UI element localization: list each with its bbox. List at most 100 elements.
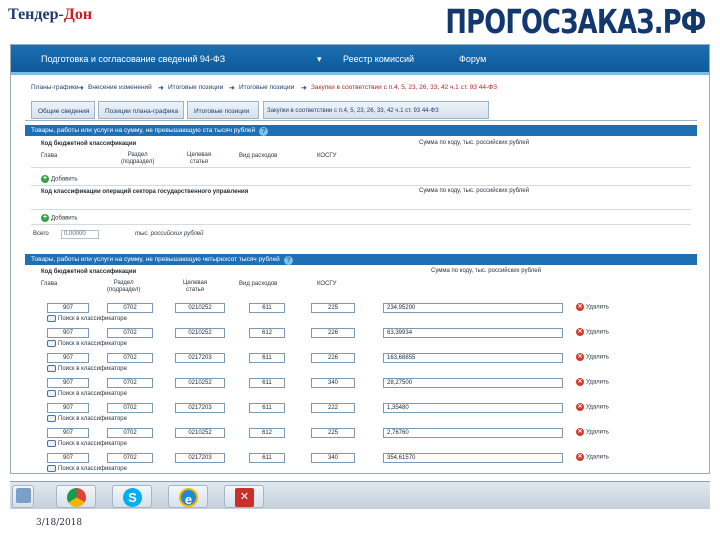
tab-itogovye-pozitsii[interactable]: Итоговые позиции	[187, 101, 259, 119]
row-field-cel[interactable]: 0210252	[175, 428, 225, 438]
row-field-kosgu[interactable]: 226	[311, 353, 355, 363]
row-field-cel[interactable]: 0217203	[175, 453, 225, 463]
col-vid: Вид расходов	[239, 153, 278, 159]
delete-row-button[interactable]: ✕ Удалить	[576, 353, 609, 361]
row-field-vid[interactable]: 611	[249, 378, 285, 388]
delete-label: Удалить	[586, 304, 609, 311]
classifier-search-link[interactable]: Поиск в классификаторе	[47, 315, 127, 322]
classifier-search-link[interactable]: Поиск в классификаторе	[47, 465, 127, 472]
row-field-vid[interactable]: 611	[249, 453, 285, 463]
row-field-sum[interactable]: 63,39934	[383, 328, 563, 338]
row-field-sum[interactable]: 163,68855	[383, 353, 563, 363]
row-field-kosgu[interactable]: 225	[311, 303, 355, 313]
classifier-search-link[interactable]: Поиск в классификаторе	[47, 365, 127, 372]
row-field-razdel[interactable]: 0702	[107, 353, 153, 363]
breadcrumb-item[interactable]: Планы-графики	[31, 84, 79, 91]
help-icon[interactable]: ?	[283, 256, 293, 265]
col-glava-2: Глава	[41, 281, 58, 287]
tab-obshchie-svedeniya[interactable]: Общие сведения	[31, 101, 95, 119]
row-field-sum[interactable]: 1,35480	[383, 403, 563, 413]
col-sum2: Сумма по коду, тыс. российских рублей	[418, 188, 529, 194]
ie-icon: e	[179, 488, 198, 507]
classifier-search-link[interactable]: Поиск в классификаторе	[47, 390, 127, 397]
row-field-cel[interactable]: 0217203	[175, 403, 225, 413]
row-field-glava[interactable]: 907	[47, 403, 89, 413]
delete-icon: ✕	[576, 378, 584, 386]
row-field-sum[interactable]: 28,27500	[383, 378, 563, 388]
delete-row-button[interactable]: ✕ Удалить	[576, 303, 609, 311]
classifier-search-link[interactable]: Поиск в классификаторе	[47, 440, 127, 447]
section1-header: Товары, работы или услуги на сумму, не п…	[25, 125, 697, 136]
start-button[interactable]	[12, 485, 34, 508]
row-field-kosgu[interactable]: 225	[311, 428, 355, 438]
row-field-razdel[interactable]: 0702	[107, 428, 153, 438]
nav-forum[interactable]: Форум	[459, 54, 486, 64]
row-field-cel[interactable]: 0210252	[175, 378, 225, 388]
row-field-cel[interactable]: 0210252	[175, 328, 225, 338]
add-kbk-button[interactable]: + Добавить	[41, 175, 78, 183]
breadcrumb-item[interactable]: Внесение изменений	[88, 84, 152, 91]
total-unit: тыс. российских рублей	[135, 231, 204, 237]
delete-label: Удалить	[586, 404, 609, 411]
row-field-glava[interactable]: 907	[47, 378, 89, 388]
section2-title: Товары, работы или услуги на сумму, не п…	[31, 256, 280, 263]
search-icon	[47, 365, 56, 372]
nav-reestr-komissiy[interactable]: Реестр комиссий	[343, 54, 414, 64]
delete-label: Удалить	[586, 329, 609, 336]
tab-underline	[25, 120, 697, 121]
delete-label: Удалить	[586, 454, 609, 461]
table-row: 907 0702 0210252 611 225 234,95200 Поиск в кла…	[11, 301, 709, 326]
pdf-button[interactable]: ✕	[224, 485, 264, 508]
row-field-razdel[interactable]: 0702	[107, 403, 153, 413]
skype-button[interactable]: S	[112, 485, 152, 508]
row-field-kosgu[interactable]: 340	[311, 453, 355, 463]
row-field-razdel[interactable]: 0702	[107, 328, 153, 338]
breadcrumb-item[interactable]: Итоговые позиции	[168, 84, 223, 91]
row-field-kosgu[interactable]: 340	[311, 378, 355, 388]
nav-dropdown-icon[interactable]: ▾	[317, 54, 322, 65]
classifier-search-link[interactable]: Поиск в классификаторе	[47, 340, 127, 347]
row-field-razdel[interactable]: 0702	[107, 303, 153, 313]
row-field-razdel[interactable]: 0702	[107, 378, 153, 388]
chrome-button[interactable]	[56, 485, 96, 508]
row-field-kosgu[interactable]: 226	[311, 328, 355, 338]
row-field-cel[interactable]: 0210252	[175, 303, 225, 313]
row-field-glava[interactable]: 907	[47, 453, 89, 463]
row-field-sum[interactable]: 354,61570	[383, 453, 563, 463]
row-field-cel[interactable]: 0217203	[175, 353, 225, 363]
row-field-vid[interactable]: 611	[249, 353, 285, 363]
classifier-search-link[interactable]: Поиск в классификаторе	[47, 415, 127, 422]
ie-button[interactable]: e	[168, 485, 208, 508]
slide-date: 3/18/2018	[36, 518, 83, 528]
tab-zakupki[interactable]: Закупки в соответствии с п.4, 5, 23, 26,…	[263, 101, 489, 119]
row-field-sum[interactable]: 2,76760	[383, 428, 563, 438]
kbk-title: Код бюджетной классификации	[41, 141, 137, 147]
row-field-vid[interactable]: 611	[249, 403, 285, 413]
classifier-search-label: Поиск в классификаторе	[58, 341, 127, 348]
search-icon	[47, 465, 56, 472]
row-field-glava[interactable]: 907	[47, 328, 89, 338]
row-field-glava[interactable]: 907	[47, 303, 89, 313]
row-field-vid[interactable]: 612	[249, 328, 285, 338]
row-field-vid[interactable]: 611	[249, 303, 285, 313]
row-field-vid[interactable]: 612	[249, 428, 285, 438]
row-field-glava[interactable]: 907	[47, 353, 89, 363]
delete-row-button[interactable]: ✕ Удалить	[576, 453, 609, 461]
delete-row-button[interactable]: ✕ Удалить	[576, 328, 609, 336]
row-field-sum[interactable]: 234,95200	[383, 303, 563, 313]
row-field-glava[interactable]: 907	[47, 428, 89, 438]
help-icon[interactable]: ?	[259, 127, 269, 136]
row-field-kosgu[interactable]: 222	[311, 403, 355, 413]
nav-podgotovka[interactable]: Подготовка и согласование сведений 94-ФЗ	[41, 54, 225, 64]
row-field-razdel[interactable]: 0702	[107, 453, 153, 463]
section1-title: Товары, работы или услуги на сумму, не п…	[31, 127, 256, 134]
delete-row-button[interactable]: ✕ Удалить	[576, 428, 609, 436]
add-kosgu-button[interactable]: + Добавить	[41, 214, 78, 222]
tab-pozitsii-plana[interactable]: Позиции плана-графика	[98, 101, 184, 119]
breadcrumb-item[interactable]: Итоговые позиции	[239, 84, 294, 91]
col-glava: Глава	[41, 153, 58, 159]
browser-content: Подготовка и согласование сведений 94-ФЗ…	[10, 44, 710, 474]
delete-row-button[interactable]: ✕ Удалить	[576, 378, 609, 386]
brand-don: Дон	[63, 6, 93, 23]
delete-row-button[interactable]: ✕ Удалить	[576, 403, 609, 411]
